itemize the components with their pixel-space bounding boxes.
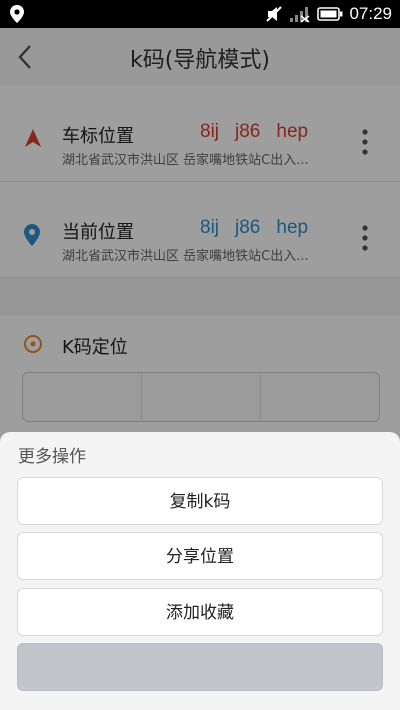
silent-icon	[266, 6, 283, 22]
sheet-title: 更多操作	[18, 447, 86, 467]
copy-kcode-button[interactable]: 复制k码	[17, 477, 383, 525]
clock: 07:29	[349, 4, 392, 23]
add-favorite-button[interactable]: 添加收藏	[17, 588, 383, 636]
battery-icon	[317, 7, 343, 21]
signal-icon	[290, 7, 310, 23]
location-status-icon	[10, 5, 24, 23]
cancel-button[interactable]	[17, 643, 383, 691]
action-sheet: 更多操作 复制k码 分享位置 添加收藏	[0, 432, 400, 710]
status-bar: 07:29	[0, 0, 400, 28]
status-icons: 07:29	[265, 4, 392, 24]
share-location-button[interactable]: 分享位置	[17, 532, 383, 580]
